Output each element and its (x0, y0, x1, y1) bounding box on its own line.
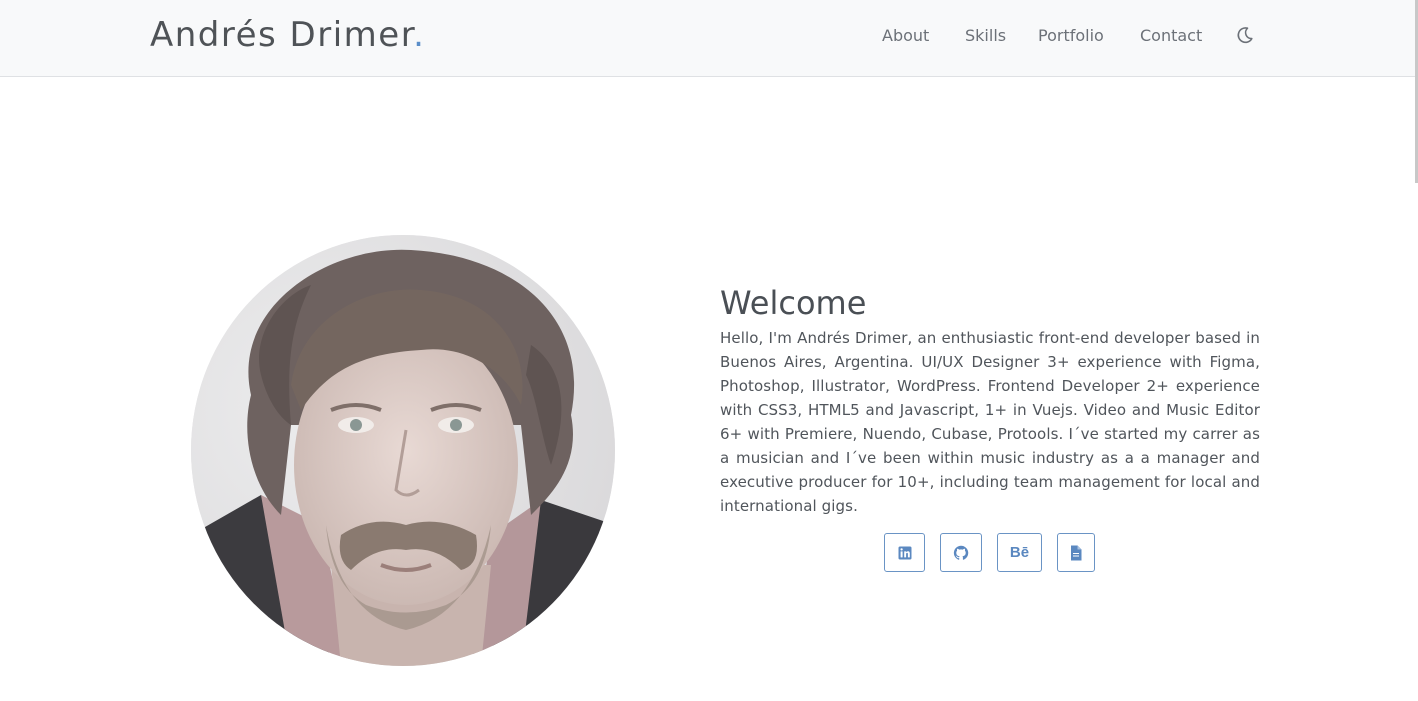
behance-button[interactable]: Bē (997, 533, 1042, 572)
welcome-heading: Welcome (720, 284, 867, 322)
navbar: Andrés Drimer. About Skills Portfolio Co… (0, 0, 1418, 77)
social-links: Bē (0, 533, 1418, 573)
resume-button[interactable] (1057, 533, 1095, 572)
linkedin-icon (898, 546, 911, 559)
nav-link-portfolio[interactable]: Portfolio (1038, 26, 1104, 45)
behance-icon: Bē (1009, 544, 1030, 561)
nav-links: About Skills Portfolio Contact (0, 26, 1418, 50)
moon-icon (1237, 27, 1253, 44)
bio-text: Hello, I'm Andrés Drimer, an enthusiasti… (720, 329, 1260, 515)
theme-toggle-button[interactable] (1235, 25, 1255, 45)
document-icon (1071, 545, 1082, 560)
github-button[interactable] (940, 533, 982, 572)
nav-link-contact[interactable]: Contact (1140, 26, 1202, 45)
linkedin-button[interactable] (884, 533, 925, 572)
nav-link-about[interactable]: About (882, 26, 929, 45)
profile-photo (191, 235, 615, 666)
nav-link-skills[interactable]: Skills (965, 26, 1006, 45)
github-icon (953, 545, 969, 560)
